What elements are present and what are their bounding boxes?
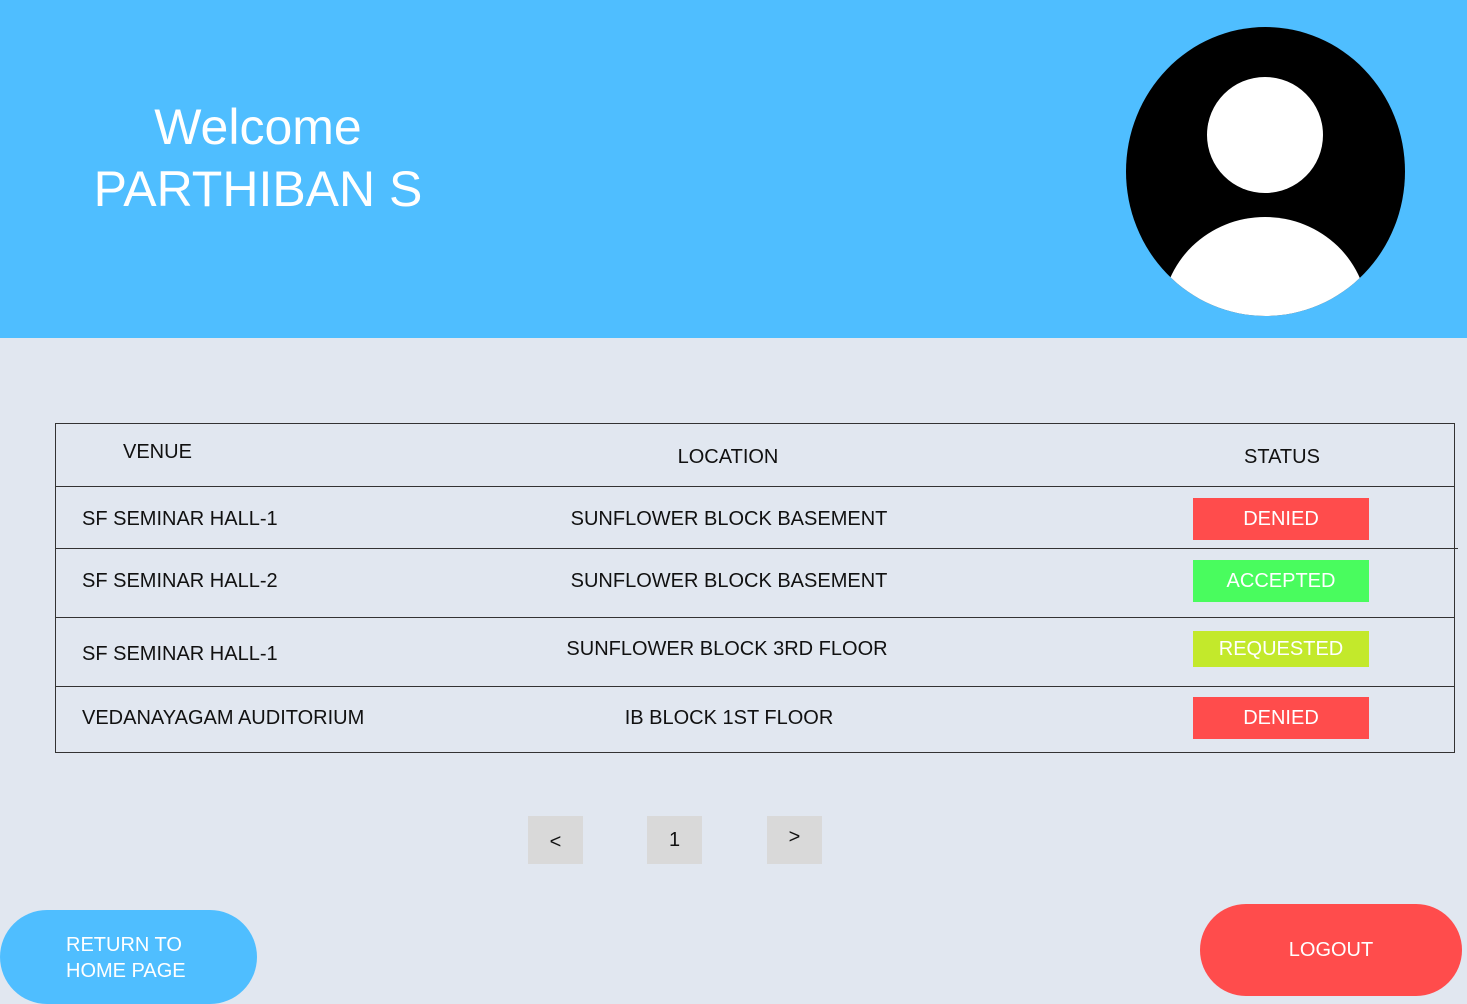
pagination-next-button[interactable]: > xyxy=(767,816,822,864)
row-divider xyxy=(55,617,1455,618)
table-row-location: SUNFLOWER BLOCK BASEMENT xyxy=(570,508,888,530)
logout-button[interactable]: LOGOUT xyxy=(1200,904,1462,996)
column-header-status: STATUS xyxy=(1244,446,1320,468)
welcome-message: Welcome PARTHIBAN S xyxy=(88,96,428,220)
status-badge-accepted: ACCEPTED xyxy=(1193,560,1369,602)
greeting-text: Welcome xyxy=(154,99,362,155)
table-row-venue: VEDANAYAGAM AUDITORIUM xyxy=(82,707,365,729)
return-home-label-line1: RETURN TO xyxy=(66,934,182,956)
status-badge-requested: REQUESTED xyxy=(1193,631,1369,667)
table-row-venue: SF SEMINAR HALL-1 xyxy=(82,508,278,530)
table-row-venue: SF SEMINAR HALL-1 xyxy=(82,643,278,665)
table-row-location: IB BLOCK 1ST FLOOR xyxy=(624,707,834,729)
row-divider xyxy=(55,486,1455,487)
column-header-location: LOCATION xyxy=(677,446,779,468)
header-banner: Welcome PARTHIBAN S xyxy=(0,0,1467,338)
pagination-prev-button[interactable]: < xyxy=(528,816,583,864)
table-row-location: SUNFLOWER BLOCK BASEMENT xyxy=(570,570,888,592)
return-home-label-line2: HOME PAGE xyxy=(66,960,186,982)
row-divider xyxy=(55,548,1458,549)
status-badge-denied: DENIED xyxy=(1193,697,1369,739)
column-header-venue: VENUE xyxy=(123,441,192,463)
return-home-button[interactable]: RETURN TO HOME PAGE xyxy=(0,910,257,1004)
user-name: PARTHIBAN S xyxy=(93,161,423,217)
user-avatar-icon[interactable] xyxy=(1126,27,1405,316)
status-badge-denied: DENIED xyxy=(1193,498,1369,540)
row-divider xyxy=(55,686,1455,687)
table-row-venue: SF SEMINAR HALL-2 xyxy=(82,570,278,592)
table-row-location: SUNFLOWER BLOCK 3RD FLOOR xyxy=(566,638,888,660)
pagination-current-page[interactable]: 1 xyxy=(647,816,702,864)
